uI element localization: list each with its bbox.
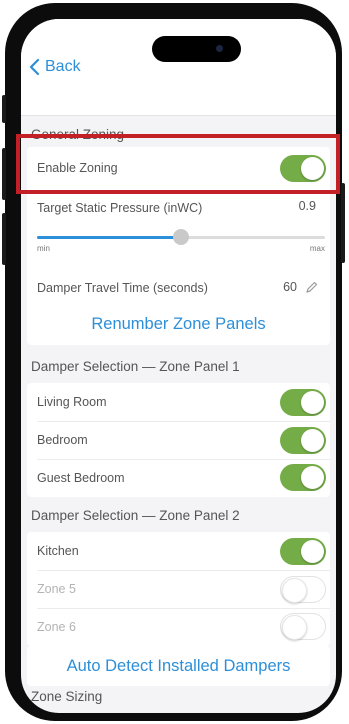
toggle-knob — [282, 615, 307, 640]
damper-row-kitchen: Kitchen — [27, 533, 330, 570]
damper-label: Zone 6 — [37, 620, 76, 634]
damper-toggle-kitchen[interactable] — [280, 538, 326, 565]
toggle-knob — [282, 578, 307, 603]
enable-zoning-toggle[interactable] — [280, 155, 326, 182]
phone-frame: Back General Zoning Enable Zoning Target… — [2, 3, 345, 721]
damper-travel-label: Damper Travel Time (seconds) — [37, 281, 208, 295]
zone-sizing-title: Zone Sizing — [31, 689, 103, 704]
static-pressure-label: Target Static Pressure (inWC) — [37, 201, 203, 215]
toggle-knob — [301, 540, 324, 563]
toggle-knob — [301, 391, 324, 414]
chevron-left-icon — [29, 58, 40, 76]
pencil-icon[interactable] — [305, 281, 318, 294]
zone-panel-2-title: Damper Selection — Zone Panel 2 — [31, 508, 240, 523]
damper-row-living-room: Living Room — [27, 384, 330, 421]
toggle-knob — [301, 466, 324, 489]
damper-toggle-living-room[interactable] — [280, 389, 326, 416]
back-button[interactable]: Back — [29, 58, 81, 76]
damper-travel-value: 60 — [283, 280, 297, 294]
damper-label: Guest Bedroom — [37, 471, 125, 485]
side-button-right — [341, 183, 345, 263]
zone-panel-1-title: Damper Selection — Zone Panel 1 — [31, 359, 240, 374]
slider-min-label: min — [37, 244, 50, 253]
nav-header: Back — [21, 19, 336, 116]
back-label: Back — [45, 58, 81, 75]
auto-detect-dampers-button[interactable]: Auto Detect Installed Dampers — [21, 657, 336, 676]
damper-toggle-guest-bedroom[interactable] — [280, 464, 326, 491]
zone-panel-1-card: Living Room Bedroom Guest Bedroom — [27, 383, 330, 497]
damper-toggle-zone-5[interactable] — [280, 576, 326, 603]
slider-max-label: max — [309, 244, 325, 253]
renumber-zone-panels-button[interactable]: Renumber Zone Panels — [21, 315, 336, 334]
damper-row-zone-6: Zone 6 — [27, 609, 330, 646]
toggle-knob — [301, 157, 324, 180]
camera-dot — [216, 45, 223, 52]
toggle-knob — [301, 429, 324, 452]
damper-row-guest-bedroom: Guest Bedroom — [27, 460, 330, 497]
slider-fill — [37, 236, 181, 239]
side-button-left-2 — [2, 148, 6, 200]
damper-travel-row[interactable]: Damper Travel Time (seconds) 60 — [27, 271, 330, 308]
damper-toggle-zone-6[interactable] — [280, 613, 326, 640]
damper-row-bedroom: Bedroom — [27, 422, 330, 459]
damper-label: Zone 5 — [37, 582, 76, 596]
general-zoning-title: General Zoning — [31, 127, 125, 142]
damper-label: Living Room — [37, 395, 107, 409]
zone-panel-2-card: Kitchen Zone 5 Zone 6 — [27, 532, 330, 646]
slider-thumb[interactable] — [173, 229, 189, 245]
damper-row-zone-5: Zone 5 — [27, 571, 330, 608]
static-pressure-row: Target Static Pressure (inWC) 0.9 min ma… — [27, 191, 330, 271]
side-button-left-3 — [2, 213, 6, 265]
enable-zoning-row: Enable Zoning — [27, 150, 330, 187]
static-pressure-slider[interactable] — [37, 229, 325, 245]
side-button-left-1 — [2, 95, 6, 123]
damper-label: Kitchen — [37, 544, 79, 558]
dynamic-island — [152, 36, 241, 62]
static-pressure-value: 0.9 — [298, 199, 316, 213]
enable-zoning-label: Enable Zoning — [37, 161, 118, 175]
damper-toggle-bedroom[interactable] — [280, 427, 326, 454]
damper-label: Bedroom — [37, 433, 88, 447]
phone-screen: Back General Zoning Enable Zoning Target… — [21, 19, 336, 713]
general-zoning-card: Enable Zoning Target Static Pressure (in… — [27, 147, 330, 345]
